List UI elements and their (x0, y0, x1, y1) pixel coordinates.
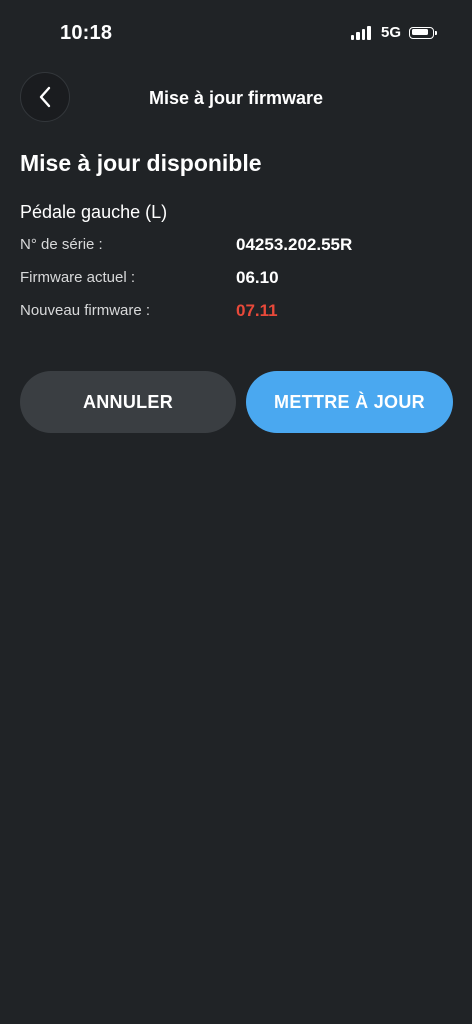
device-name: Pédale gauche (L) (20, 202, 168, 222)
battery-icon (409, 26, 437, 39)
status-time: 10:18 (60, 22, 113, 44)
serial-number-value: 04253.202.55R (236, 235, 353, 254)
new-firmware-value: 07.11 (236, 301, 278, 320)
update-available-heading: Mise à jour disponible (20, 150, 262, 176)
current-firmware-value: 06.10 (236, 268, 279, 287)
cancel-button[interactable]: ANNULER (20, 371, 236, 433)
network-type: 5G (380, 24, 401, 41)
page-title: Mise à jour firmware (148, 88, 324, 108)
new-firmware-label: Nouveau firmware : (20, 302, 151, 319)
new-firmware-row: Nouveau firmware : 07.11 (20, 301, 460, 324)
cellular-signal-icon (350, 25, 371, 40)
current-firmware-row: Firmware actuel : 06.10 (20, 268, 460, 291)
update-button[interactable]: METTRE À JOUR (246, 371, 453, 433)
current-firmware-label: Firmware actuel : (20, 269, 136, 286)
cancel-button-label: ANNULER (82, 391, 174, 412)
serial-number-label: N° de série : (20, 236, 103, 253)
serial-number-row: N° de série : 04253.202.55R (20, 235, 460, 258)
status-indicators: 5G (350, 24, 437, 41)
update-button-label: METTRE À JOUR (274, 391, 425, 412)
status-bar: 10:18 5G (0, 0, 472, 64)
